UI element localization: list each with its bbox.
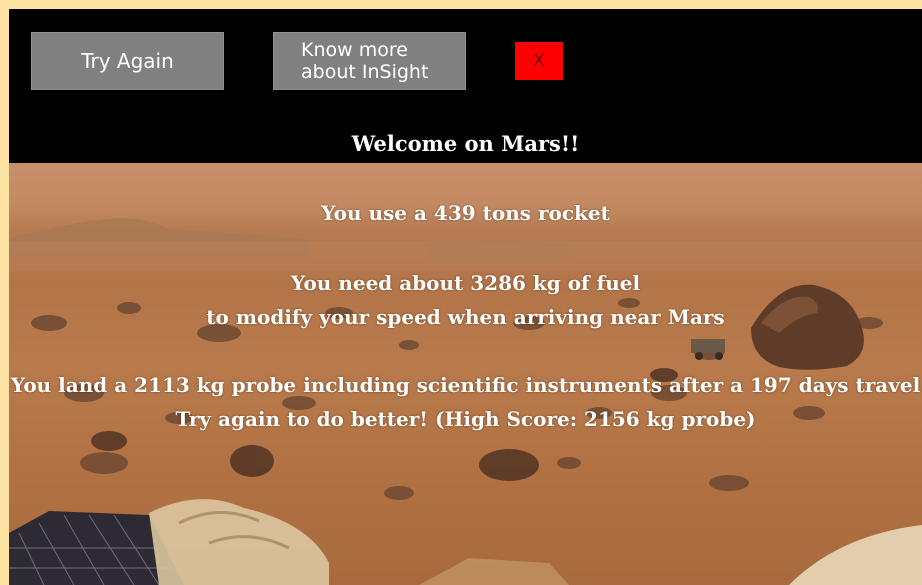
top-bar: Try Again Know more about InSight X Welc… xyxy=(9,9,922,163)
know-more-line2: about InSight xyxy=(301,61,429,83)
game-window: Try Again Know more about InSight X Welc… xyxy=(9,9,922,585)
try-again-button[interactable]: Try Again xyxy=(31,32,224,90)
close-button[interactable]: X xyxy=(515,42,563,80)
fuel-result-text-line1: You need about 3286 kg of fuel xyxy=(290,271,641,295)
try-again-message: Try again to do better! (High Score: 215… xyxy=(175,407,756,431)
welcome-title: Welcome on Mars!! xyxy=(351,131,580,156)
know-more-line1: Know more xyxy=(301,39,408,61)
know-more-insight-button[interactable]: Know more about InSight xyxy=(273,32,466,90)
mars-landscape-image: You use a 439 tons rocket You need about… xyxy=(9,163,922,585)
fuel-result-text-line2: to modify your speed when arriving near … xyxy=(206,305,725,329)
rocket-result-text: You use a 439 tons rocket xyxy=(321,201,610,225)
probe-result-text: You land a 2113 kg probe including scien… xyxy=(10,373,921,397)
